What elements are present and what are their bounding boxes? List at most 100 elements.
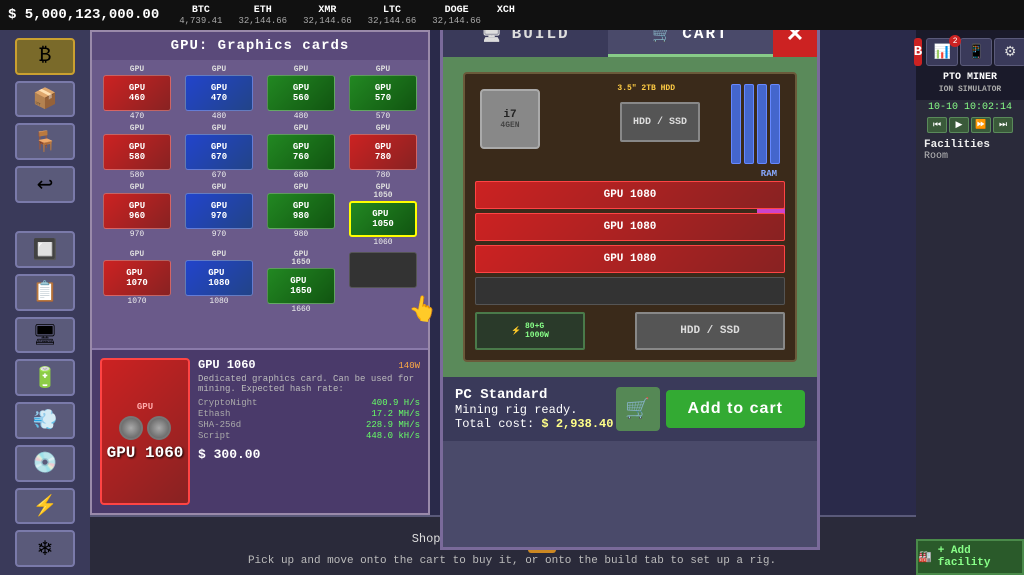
money-display: $ 5,000,123,000.00 (8, 7, 159, 23)
ram-slot-1 (731, 84, 741, 164)
right-sidebar: B 📊2 📱 ⚙ PTO MINERION SIMULATOR 10-10 10… (916, 30, 1024, 575)
list-item[interactable]: GPU GPU760 680 (262, 125, 340, 180)
hdd-top-slot: HDD / SSD (620, 102, 700, 142)
add-to-cart-label: Add to cart (688, 400, 783, 418)
add-cart-area: 🛒 Add to cart (616, 387, 805, 431)
gpu-details: GPU 1060 140W Dedicated graphics card. C… (198, 358, 420, 505)
motherboard-area: i7 4GEN DDR3 RAM 3.5" 2TB HDD HDD / SSD … (443, 57, 817, 377)
sidebar-btn-fan[interactable]: 💨 (15, 402, 75, 439)
sidebar-btn-back[interactable]: ↩ (15, 166, 75, 203)
skip-fwd-btn[interactable]: ⏭ (993, 117, 1013, 133)
gpu-big-name: GPU 1060 (107, 444, 184, 462)
sidebar-btn-cpu[interactable]: 🔲 (15, 231, 75, 268)
stat-row-ethash: Ethash 17.2 MH/s (198, 409, 420, 419)
logo-text: PTO MINERION SIMULATOR (920, 72, 1020, 96)
sidebar-btn-chair[interactable]: 🪑 (15, 123, 75, 160)
crypto-xch: XCH (497, 5, 515, 26)
skip-back-btn[interactable]: ⏮ (927, 117, 947, 133)
psu-area: ⚡ 80+G1000W (475, 312, 585, 350)
sidebar-btn-cool[interactable]: ❄ (15, 530, 75, 567)
cart-bottom: PC Standard Mining rig ready. Total cost… (443, 377, 817, 441)
right-icon-row: 📊2 📱 ⚙ (926, 38, 1024, 66)
crypto-ticker: BTC 4,739.41 ETH 32,144.66 XMR 32,144.66… (179, 5, 515, 26)
gpu-desc: Dedicated graphics card. Can be used for… (198, 374, 420, 394)
list-item[interactable]: GPU GPU1080 1080 (180, 251, 258, 314)
crypto-xmr: XMR 32,144.66 (303, 5, 352, 26)
add-facility-icon: 🏭 (918, 550, 932, 564)
list-item[interactable]: GPU GPU470 480 (180, 66, 258, 121)
list-item (344, 251, 422, 314)
gpu-info-panel: GPU GPU 1060 GPU 1060 140W Dedicated gra… (92, 348, 428, 513)
cart-total: Total cost: $ 2,938.40 (455, 417, 613, 431)
list-item[interactable]: GPU GPU780 780 (344, 125, 422, 180)
cart-icon-button[interactable]: 🛒 (616, 387, 660, 431)
gpu-details-name: GPU 1060 (198, 358, 256, 372)
sidebar-btn-chip[interactable]: 🖥 (15, 317, 75, 354)
sidebar-btn-battery[interactable]: 🔋 (15, 359, 75, 396)
phone-icon[interactable]: 📱 (960, 38, 992, 66)
gpu-slot-1: GPU 1080 (475, 181, 785, 209)
lightning-icon: ⚡ (511, 326, 521, 336)
play-btn[interactable]: ▶ (949, 117, 969, 133)
ram-slot-3 (757, 84, 767, 164)
list-item[interactable]: GPU GPU570 570 (344, 66, 422, 121)
room-label: Room (924, 151, 1016, 162)
hdd-top-label: 3.5" 2TB HDD (617, 84, 675, 93)
right-top: B 📊2 📱 ⚙ PTO MINERION SIMULATOR (916, 30, 1024, 100)
list-item[interactable]: GPU GPU460 470 (98, 66, 176, 121)
build-panel: 🖥 BUILD 🛒 CART ✕ i7 4GEN DDR3 (440, 10, 820, 550)
sidebar-btn-box[interactable]: 📦 (15, 81, 75, 118)
sidebar-btn-bitcoin[interactable]: ₿ (15, 38, 75, 75)
list-item[interactable]: GPU GPU980 980 (262, 184, 340, 247)
sidebar-btn-disk[interactable]: 💿 (15, 445, 75, 482)
gpu-grid: GPU GPU460 470 GPU GPU470 480 GPU GPU560… (92, 60, 428, 320)
shop-label: Shop (412, 532, 441, 546)
crypto-btc: BTC 4,739.41 (179, 5, 222, 26)
ram-slot-4 (770, 84, 780, 164)
playback-controls: ⏮ ▶ ⏩ ⏭ (916, 115, 1024, 135)
list-item[interactable]: GPU GPU580 580 (98, 125, 176, 180)
gpu-slot-4 (475, 277, 785, 305)
gpu-slots: GPU 1080 GPU 1080 GPU 1080 (475, 181, 785, 305)
list-item[interactable]: GPU GPU970 970 (180, 184, 258, 247)
fast-fwd-btn[interactable]: ⏩ (971, 117, 991, 133)
hdd-bottom-slot: HDD / SSD (635, 312, 785, 350)
sidebar-btn-power[interactable]: ⚡ (15, 488, 75, 525)
gpu-price: $ 300.00 (198, 447, 420, 462)
time-display: 10-10 10:02:14 (916, 100, 1024, 115)
ram-label: RAM (761, 169, 777, 179)
list-item[interactable]: GPU GPU560 480 (262, 66, 340, 121)
crypto-eth: ETH 32,144.66 (238, 5, 287, 26)
list-item[interactable]: GPU GPU960 970 (98, 184, 176, 247)
stat-row-sha256d: SHA-256d 228.9 MH/s (198, 420, 420, 430)
sidebar-btn-list[interactable]: 📋 (15, 274, 75, 311)
facilities-label: Facilities (924, 139, 1016, 151)
logo-b-icon: B (914, 38, 922, 66)
logo-subtitle: ION SIMULATOR (939, 85, 1001, 94)
list-item[interactable]: GPU1650 GPU1650 1660 (262, 251, 340, 314)
gpu-fan-left (119, 416, 143, 440)
add-to-cart-button[interactable]: Add to cart (666, 390, 805, 428)
cart-info-row: PC Standard Mining rig ready. Total cost… (455, 387, 805, 431)
facilities-section: Facilities Room (916, 135, 1024, 166)
stat-row-script: Script 448.0 kH/s (198, 431, 420, 441)
cart-type: PC Standard (455, 387, 613, 403)
shop-panel: GPU: Graphics cards GPU GPU460 470 GPU G… (90, 30, 430, 515)
gpu-fan-right (147, 416, 171, 440)
chart-icon[interactable]: 📊2 (926, 38, 958, 66)
ram-slot-2 (744, 84, 754, 164)
gpu-selected-card: GPU GPU 1060 (100, 358, 190, 505)
gpu-watt: 140W (398, 361, 420, 371)
gpu-slot-3: GPU 1080 (475, 245, 785, 273)
list-item[interactable]: GPU GPU670 670 (180, 125, 258, 180)
add-facility-button[interactable]: 🏭 + Add facility (916, 539, 1024, 575)
psu-label: 80+G1000W (525, 322, 549, 340)
list-item[interactable]: GPU1050 GPU1050 1060 (344, 184, 422, 247)
list-item[interactable]: GPU GPU1070 1070 (98, 251, 176, 314)
status-hint: Pick up and move onto the cart to buy it… (248, 555, 776, 567)
crypto-ltc: LTC 32,144.66 (368, 5, 417, 26)
cpu-chip: i7 4GEN (480, 89, 540, 149)
gear-icon[interactable]: ⚙ (994, 38, 1024, 66)
cart-info-text: PC Standard Mining rig ready. Total cost… (455, 387, 613, 431)
shop-title: GPU: Graphics cards (92, 32, 428, 60)
